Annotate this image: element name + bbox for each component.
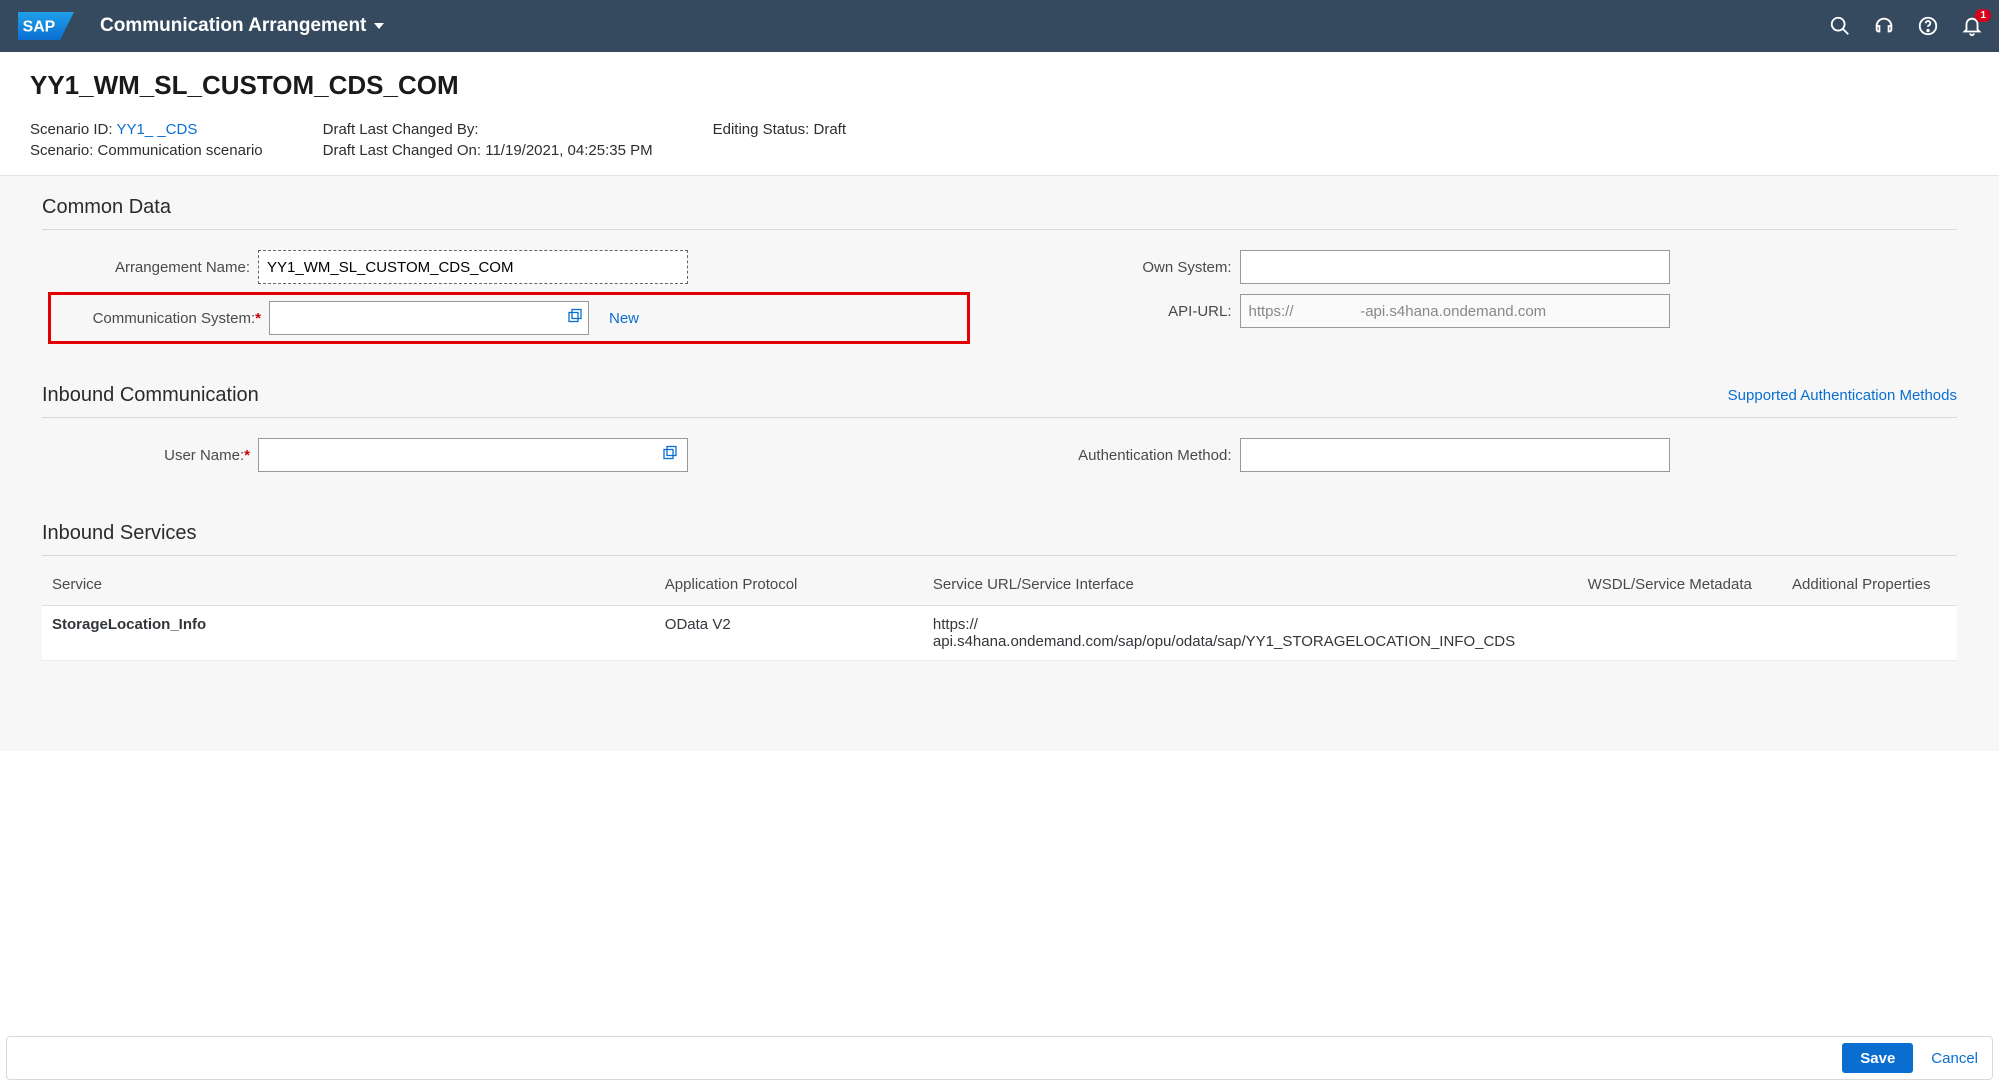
col-service: Service <box>42 564 655 606</box>
page-title: YY1_WM_SL_CUSTOM_CDS_COM <box>30 70 1969 101</box>
save-button[interactable]: Save <box>1842 1043 1913 1073</box>
scenario-label: Scenario: <box>30 142 93 159</box>
section-common-data: Common Data Arrangement Name: Communicat… <box>0 176 1999 364</box>
notification-badge: 1 <box>1975 9 1991 22</box>
api-url-label: API-URL: <box>1030 303 1240 320</box>
arrangement-name-label: Arrangement Name: <box>48 259 258 276</box>
scenario-id-label: Scenario ID: <box>30 121 113 138</box>
cell-service: StorageLocation_Info <box>42 606 655 661</box>
scenario-id-link[interactable]: YY1_ _CDS <box>116 121 197 138</box>
sap-logo: SAP <box>16 12 76 40</box>
notifications-icon[interactable]: 1 <box>1961 15 1983 37</box>
cell-url: https:// api.s4hana.ondemand.com/sap/opu… <box>923 606 1574 661</box>
api-url-input <box>1240 294 1670 328</box>
auth-method-input[interactable] <box>1240 438 1670 472</box>
changed-on-value: 11/19/2021, 04:25:35 PM <box>485 142 652 159</box>
own-system-label: Own System: <box>1030 259 1240 276</box>
comm-system-input[interactable] <box>269 301 589 335</box>
value-help-icon[interactable] <box>567 309 583 328</box>
section-inbound-comm: Inbound Communication Supported Authenti… <box>0 364 1999 502</box>
shell-header: SAP Communication Arrangement 1 <box>0 0 1999 52</box>
meta-scenario: Scenario ID: YY1_ _CDS Scenario: Communi… <box>30 121 263 159</box>
cell-protocol: OData V2 <box>655 606 923 661</box>
section-inbound-services: Inbound Services Service Application Pro… <box>0 502 1999 671</box>
changed-by-label: Draft Last Changed By: <box>323 121 479 138</box>
user-name-label: User Name:* <box>48 447 258 464</box>
scenario-value: Communication scenario <box>98 142 263 159</box>
search-icon[interactable] <box>1829 15 1851 37</box>
arrangement-name-input[interactable] <box>258 250 688 284</box>
editing-status-label: Editing Status: <box>713 121 810 138</box>
editing-status-value: Draft <box>814 121 847 138</box>
support-icon[interactable] <box>1873 15 1895 37</box>
col-protocol: Application Protocol <box>655 564 923 606</box>
auth-method-label: Authentication Method: <box>1030 447 1240 464</box>
col-props: Additional Properties <box>1765 564 1957 606</box>
help-icon[interactable] <box>1917 15 1939 37</box>
meta-status: Editing Status: Draft <box>713 121 846 159</box>
meta-changed: Draft Last Changed By: Draft Last Change… <box>323 121 653 159</box>
new-comm-system-link[interactable]: New <box>609 310 639 327</box>
value-help-icon[interactable] <box>662 446 678 465</box>
header-actions: 1 <box>1829 15 1983 37</box>
section-title-services: Inbound Services <box>42 522 1957 556</box>
footer-toolbar: Save Cancel <box>6 1036 1993 1080</box>
comm-system-highlight: Communication System:* New <box>48 292 970 344</box>
section-title-inbound: Inbound Communication <box>42 384 259 407</box>
cell-wsdl <box>1574 606 1766 661</box>
app-title-dropdown[interactable]: Communication Arrangement <box>100 15 384 37</box>
inbound-services-table: Service Application Protocol Service URL… <box>42 564 1957 661</box>
table-row[interactable]: StorageLocation_Info OData V2 https:// a… <box>42 606 1957 661</box>
changed-on-label: Draft Last Changed On: <box>323 142 481 159</box>
col-url: Service URL/Service Interface <box>923 564 1574 606</box>
cell-props <box>1765 606 1957 661</box>
own-system-input[interactable] <box>1240 250 1670 284</box>
cancel-button[interactable]: Cancel <box>1931 1050 1978 1067</box>
user-name-input[interactable] <box>258 438 688 472</box>
app-title-text: Communication Arrangement <box>100 15 366 37</box>
comm-system-label: Communication System:* <box>59 310 269 327</box>
supported-auth-methods-link[interactable]: Supported Authentication Methods <box>1728 387 1957 404</box>
chevron-down-icon <box>374 23 384 29</box>
section-title-common: Common Data <box>42 196 1957 230</box>
col-wsdl: WSDL/Service Metadata <box>1574 564 1766 606</box>
svg-text:SAP: SAP <box>23 19 56 36</box>
object-page-header: YY1_WM_SL_CUSTOM_CDS_COM Scenario ID: YY… <box>0 52 1999 176</box>
